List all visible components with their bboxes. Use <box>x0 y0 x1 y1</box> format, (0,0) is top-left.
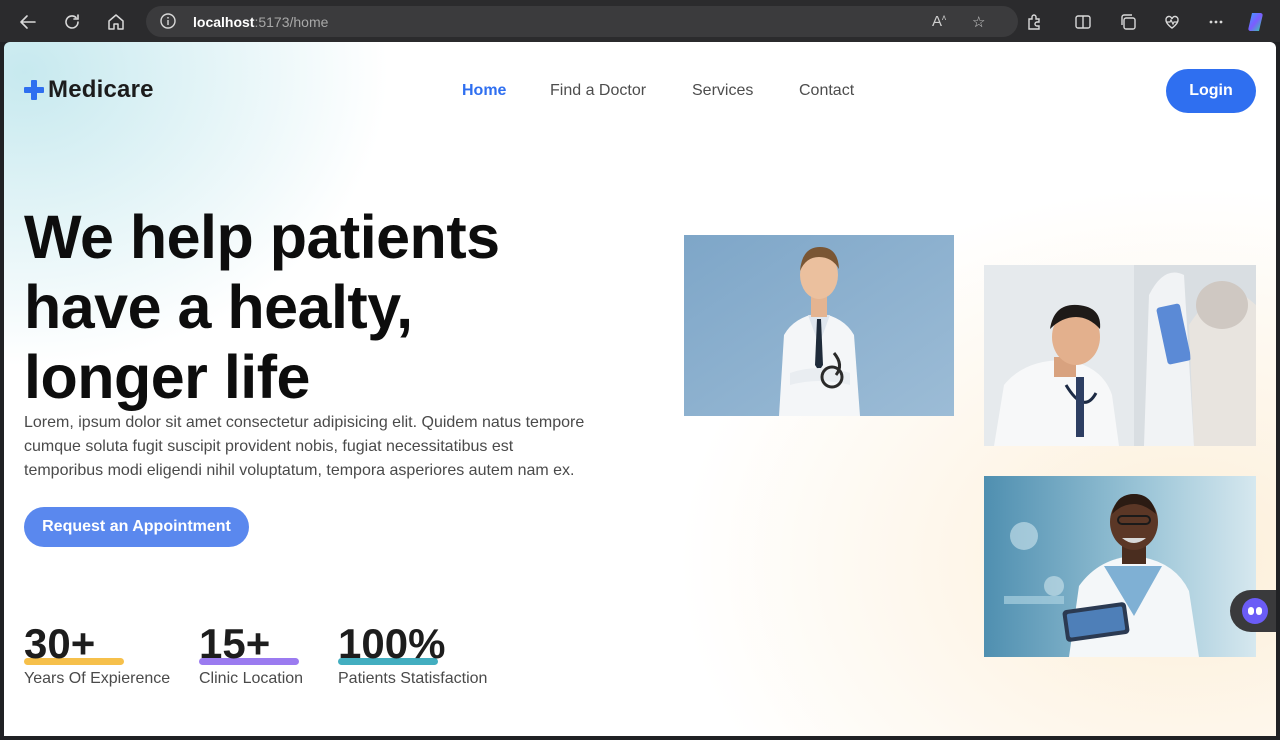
browser-toolbar: localhost:5173/home Aʌ ☆ <box>0 0 1280 42</box>
collections-icon[interactable] <box>1114 8 1142 36</box>
stat-clinic-location: 15+ Clinic Location <box>199 620 303 688</box>
stat-value: 15+ <box>199 620 271 667</box>
favorite-star-icon[interactable]: ☆ <box>972 13 985 31</box>
assistant-bot-icon <box>1242 598 1268 624</box>
split-screen-icon[interactable] <box>1069 8 1097 36</box>
brand-name: Medicare <box>48 76 154 103</box>
copilot-icon[interactable] <box>1243 8 1271 36</box>
login-button[interactable]: Login <box>1166 69 1256 113</box>
site-info-icon[interactable] <box>160 13 176 34</box>
hero-description: Lorem, ipsum dolor sit amet consectetur … <box>24 414 585 479</box>
doctor-photo-1 <box>684 235 954 416</box>
nav-link-find-a-doctor[interactable]: Find a Doctor <box>550 82 646 100</box>
hero-title-line-3: longer life <box>24 343 310 411</box>
request-appointment-button[interactable]: Request an Appointment <box>24 507 249 547</box>
read-aloud-icon[interactable]: Aʌ <box>932 13 946 30</box>
stat-value: 100% <box>338 620 446 667</box>
extensions-icon[interactable] <box>1021 8 1049 36</box>
medical-cross-icon <box>24 80 44 100</box>
nav-link-contact[interactable]: Contact <box>799 82 854 100</box>
nav-link-home[interactable]: Home <box>462 82 506 100</box>
brand-logo[interactable]: Medicare <box>24 76 154 104</box>
hero-title-line-1: We help patients <box>24 203 500 271</box>
doctor-photo-2 <box>984 265 1256 446</box>
url-path: :5173/home <box>254 14 329 30</box>
more-options-icon[interactable] <box>1202 8 1230 36</box>
stat-label: Years Of Expierence <box>24 670 171 687</box>
stat-label: Patients Statisfaction <box>338 670 488 687</box>
stat-label: Clinic Location <box>199 670 304 687</box>
page-viewport: Medicare Home Find a Doctor Services Con… <box>4 42 1276 736</box>
back-arrow-icon[interactable] <box>14 8 42 36</box>
url-host: localhost <box>193 14 255 30</box>
stat-years-experience: 30+ Years Of Expierence <box>24 620 170 688</box>
doctor-photo-3 <box>984 476 1256 657</box>
hero-title: We help patients have a healty, longer l… <box>24 202 644 412</box>
assistant-widget[interactable] <box>1230 590 1276 632</box>
health-icon[interactable] <box>1158 8 1186 36</box>
reload-icon[interactable] <box>58 8 86 36</box>
stat-patient-satisfaction: 100% Patients Statisfaction <box>338 620 487 688</box>
address-bar[interactable]: localhost:5173/home Aʌ ☆ <box>146 6 1018 37</box>
home-icon[interactable] <box>102 8 130 36</box>
hero-title-line-2: have a healty, <box>24 273 413 341</box>
stat-value: 30+ <box>24 620 96 667</box>
nav-link-services[interactable]: Services <box>692 82 753 100</box>
url-text: localhost:5173/home <box>193 14 328 30</box>
